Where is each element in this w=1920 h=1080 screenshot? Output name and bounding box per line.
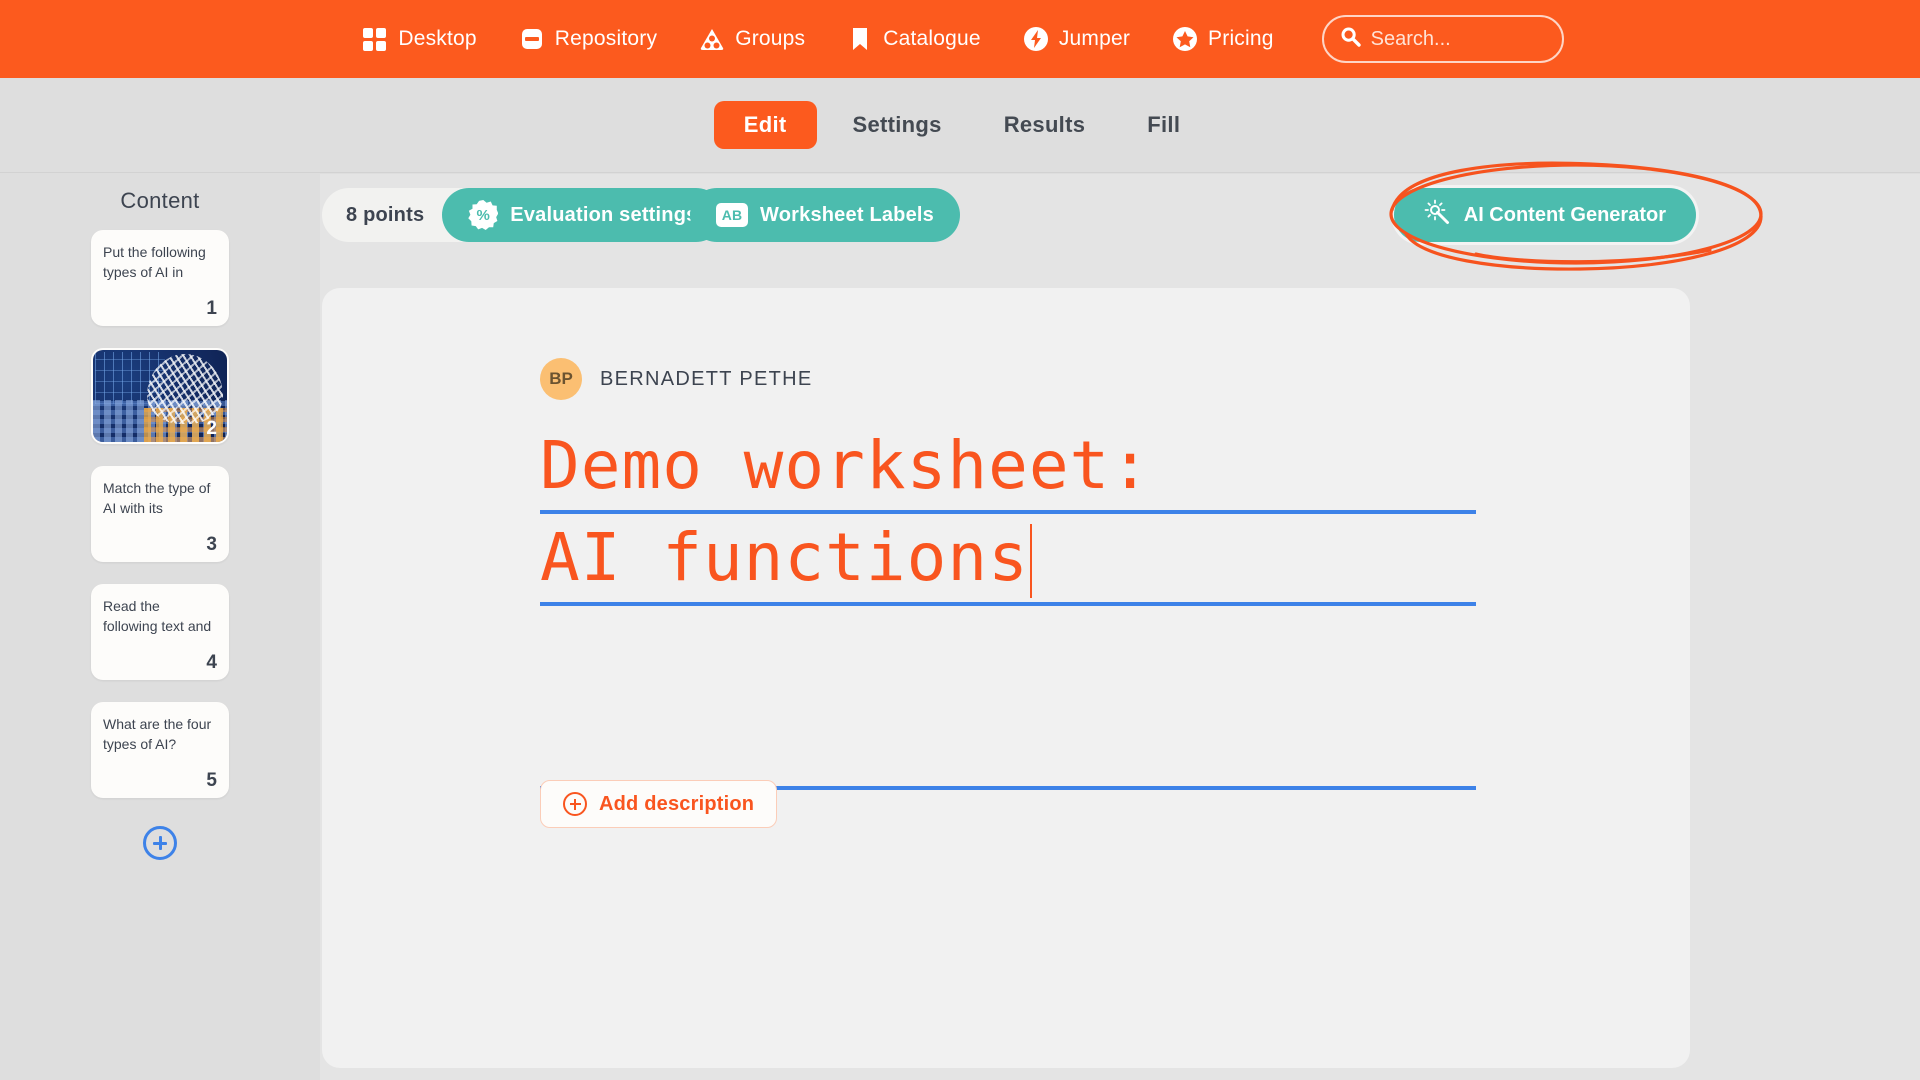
groups-icon bbox=[699, 26, 725, 52]
ab-label-icon: AB bbox=[716, 203, 748, 227]
slide-number-1: 1 bbox=[206, 298, 217, 319]
slide-text-1: Put the following types of AI in bbox=[103, 244, 206, 281]
nav-item-pricing[interactable]: Pricing bbox=[1166, 22, 1280, 56]
title-text-1: Demo worksheet: bbox=[540, 427, 1152, 504]
tab-fill[interactable]: Fill bbox=[1121, 101, 1206, 149]
slide-thumbnail-3[interactable]: Match the type of AI with its 3 bbox=[91, 466, 229, 562]
points-and-evaluation-group: 8 points % Evaluation settings bbox=[322, 188, 724, 242]
worksheet-labels-label: Worksheet Labels bbox=[760, 203, 935, 226]
lightning-circle-icon bbox=[1023, 26, 1049, 52]
slide-text-4: Read the following text and bbox=[103, 598, 212, 635]
title-gap bbox=[540, 606, 1476, 698]
editor-body: Content Put the following types of AI in… bbox=[0, 161, 1920, 1080]
worksheet-labels-button[interactable]: AB Worksheet Labels bbox=[690, 188, 961, 242]
worksheet-title-editor[interactable]: Demo worksheet: AI functions bbox=[540, 422, 1476, 790]
author-name: BERNADETT PETHE bbox=[600, 367, 813, 390]
slide-text-5: What are the four types of AI? bbox=[103, 716, 212, 753]
star-circle-icon bbox=[1172, 26, 1198, 52]
nav-item-repository[interactable]: Repository bbox=[513, 22, 663, 56]
nav-item-desktop[interactable]: Desktop bbox=[356, 22, 482, 56]
tab-settings[interactable]: Settings bbox=[827, 101, 968, 149]
tab-edit[interactable]: Edit bbox=[713, 101, 817, 149]
search-input[interactable]: Search... bbox=[1321, 15, 1564, 63]
worksheet-toolbar: 8 points % Evaluation settings AB Worksh… bbox=[320, 161, 1920, 271]
ai-content-generator-button[interactable]: AI Content Generator bbox=[1393, 188, 1696, 242]
slide-thumbnail-5[interactable]: What are the four types of AI? 5 bbox=[91, 702, 229, 798]
sidebar-title: Content bbox=[120, 188, 200, 213]
nav-label-repository: Repository bbox=[554, 27, 658, 50]
worksheet-canvas: BP BERNADETT PETHE Demo worksheet: AI fu… bbox=[322, 288, 1690, 1068]
text-cursor bbox=[1029, 524, 1032, 598]
points-badge: 8 points bbox=[346, 203, 425, 226]
slide-text-3: Match the type of AI with its bbox=[103, 480, 211, 517]
search-icon bbox=[1340, 26, 1361, 52]
editor-tab-bar: Edit Settings Results Fill bbox=[0, 78, 1920, 173]
content-sidebar: Content Put the following types of AI in… bbox=[0, 174, 320, 1080]
avatar: BP bbox=[540, 358, 582, 400]
add-description-button[interactable]: Add description bbox=[540, 780, 778, 828]
nav-label-jumper: Jumper bbox=[1058, 27, 1131, 50]
nav-label-pricing: Pricing bbox=[1208, 27, 1274, 50]
evaluation-settings-label: Evaluation settings bbox=[510, 203, 698, 226]
title-line-2[interactable]: AI functions bbox=[540, 514, 1476, 606]
repository-icon bbox=[519, 26, 545, 52]
add-description-label: Add description bbox=[599, 792, 755, 815]
slide-number-4: 4 bbox=[206, 652, 217, 673]
worksheet-author: BP BERNADETT PETHE bbox=[540, 358, 813, 400]
nav-item-jumper[interactable]: Jumper bbox=[1017, 22, 1136, 56]
worksheet-editor-main: 8 points % Evaluation settings AB Worksh… bbox=[320, 161, 1920, 1080]
plus-circle-icon bbox=[563, 792, 587, 816]
top-navigation-bar: Desktop Repository Groups Catalogue Jump… bbox=[0, 0, 1920, 78]
search-placeholder: Search... bbox=[1370, 27, 1451, 50]
add-slide-button[interactable] bbox=[143, 826, 177, 860]
bookmark-icon bbox=[847, 26, 873, 52]
title-text-2: AI functions bbox=[540, 519, 1029, 596]
tab-results[interactable]: Results bbox=[978, 101, 1112, 149]
nav-item-catalogue[interactable]: Catalogue bbox=[841, 22, 987, 56]
title-line-3[interactable] bbox=[540, 698, 1476, 790]
evaluation-settings-button[interactable]: % Evaluation settings bbox=[442, 188, 724, 242]
nav-label-catalogue: Catalogue bbox=[883, 27, 981, 50]
percent-badge-icon: % bbox=[468, 200, 499, 230]
magic-sparkle-icon bbox=[1424, 199, 1450, 231]
ai-content-generator-label: AI Content Generator bbox=[1463, 203, 1666, 226]
grid-icon bbox=[362, 26, 388, 52]
nav-item-groups[interactable]: Groups bbox=[693, 22, 811, 56]
slide-thumbnail-1[interactable]: Put the following types of AI in 1 bbox=[91, 230, 229, 326]
slide-thumbnail-2[interactable]: 2 bbox=[91, 348, 229, 444]
nav-label-desktop: Desktop bbox=[398, 27, 477, 50]
slide-number-5: 5 bbox=[206, 770, 217, 791]
slide-thumbnail-4[interactable]: Read the following text and 4 bbox=[91, 584, 229, 680]
slide-number-2: 2 bbox=[206, 418, 217, 439]
slide-number-3: 3 bbox=[206, 534, 217, 555]
nav-label-groups: Groups bbox=[735, 27, 806, 50]
title-line-1[interactable]: Demo worksheet: bbox=[540, 422, 1476, 514]
